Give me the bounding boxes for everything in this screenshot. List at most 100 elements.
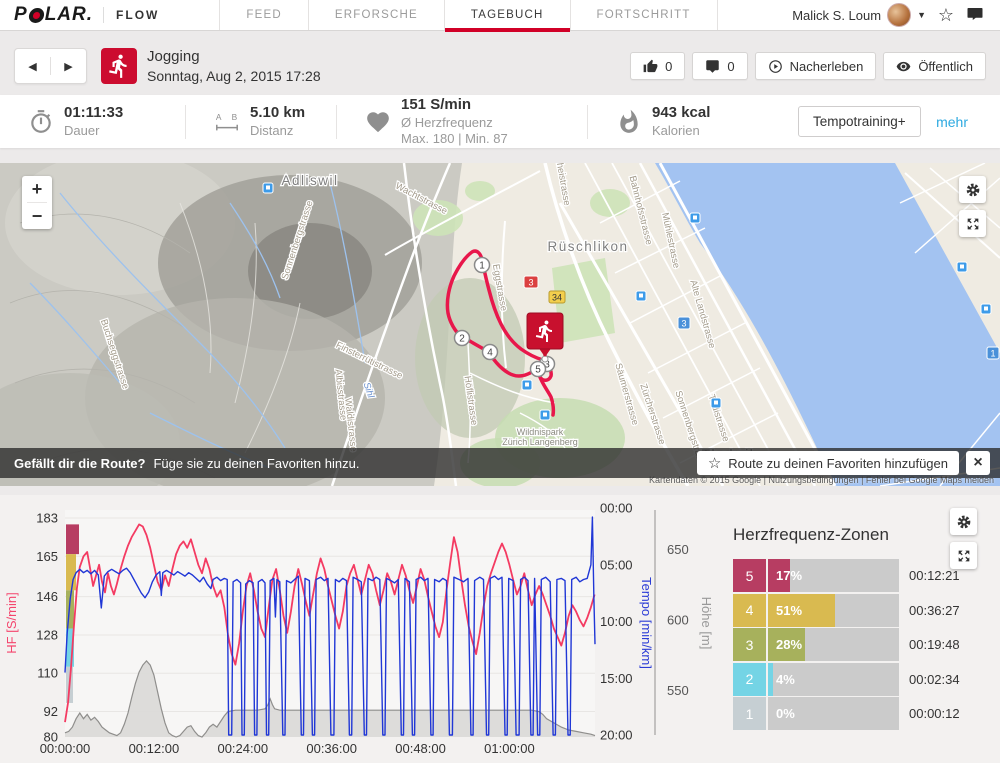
stat-calories: 943 kcal Kalorien (588, 102, 738, 142)
user-name: Malick S. Loum (792, 8, 881, 23)
zone-bar: 51% (768, 594, 899, 627)
svg-text:5: 5 (535, 365, 541, 376)
transit-icon (711, 398, 721, 408)
map-canvas[interactable]: SonnenbergstrasseWachtstrasseEggstrasseB… (0, 163, 1000, 486)
svg-text:650: 650 (667, 542, 689, 557)
zone-bar: 0% (768, 697, 899, 730)
heart-icon (365, 109, 391, 135)
svg-text:34: 34 (552, 293, 562, 303)
tab-erforsche[interactable]: ERFORSCHE (308, 0, 444, 30)
svg-text:20:00: 20:00 (600, 728, 633, 743)
flame-icon (616, 109, 642, 135)
svg-text:00:36:00: 00:36:00 (306, 741, 357, 756)
town-label: Rüschlikon (547, 239, 628, 254)
tab-feed[interactable]: FEED (219, 0, 307, 30)
star-icon: ☆ (708, 454, 721, 472)
svg-text:00:00: 00:00 (600, 501, 633, 516)
activity-actions: 0 0 Nacherleben Öffentlich (630, 52, 986, 80)
map-zoom-control: + − (22, 176, 52, 229)
summary-stats-bar: 01:11:33 Dauer 5.10 km Distanz 151 S/min… (0, 95, 1000, 148)
calories-value: 943 kcal (652, 104, 710, 123)
logo-dot: . (87, 4, 93, 26)
svg-text:146: 146 (36, 589, 58, 604)
messages-icon[interactable] (966, 5, 986, 25)
zone-time: 00:19:48 (909, 628, 960, 661)
page-title: Jogging (147, 47, 321, 67)
hr-zone-row: 10%00:00:12 (733, 697, 993, 730)
visibility-button[interactable]: Öffentlich (883, 52, 986, 80)
distance-ab-icon (214, 109, 240, 135)
route-map[interactable]: SonnenbergstrasseWachtstrasseEggstrasseB… (0, 163, 1000, 486)
svg-text:2: 2 (459, 334, 465, 345)
training-chart[interactable]: 183165146128110928000:0005:0010:0015:002… (0, 495, 730, 763)
svg-text:183: 183 (36, 511, 58, 526)
polar-logo[interactable]: PLAR. (14, 4, 93, 26)
zone-number: 2 (733, 663, 766, 696)
svg-text:HF [S/min]: HF [S/min] (4, 592, 19, 653)
svg-text:92: 92 (44, 704, 58, 719)
tab-tagebuch[interactable]: TAGEBUCH (444, 0, 570, 30)
svg-text:15:00: 15:00 (600, 671, 633, 686)
transit-icon (522, 380, 532, 390)
user-menu[interactable]: Malick S. Loum ▼ (792, 3, 926, 27)
route-shield-red: 3 (524, 276, 538, 288)
chart-settings-button[interactable] (950, 508, 977, 535)
svg-text:165: 165 (36, 549, 58, 564)
zoom-in-button[interactable]: + (22, 176, 52, 202)
zone-percent: 0% (776, 697, 795, 730)
like-button[interactable]: 0 (630, 52, 685, 80)
transit-icon (690, 213, 700, 223)
relive-button[interactable]: Nacherleben (755, 52, 877, 80)
route-shield-blue: 1 (987, 347, 999, 359)
svg-text:600: 600 (667, 612, 689, 627)
svg-text:00:12:00: 00:12:00 (129, 741, 180, 756)
sport-icon-running (101, 48, 137, 84)
flow-brand: FLOW (103, 7, 159, 23)
hr-zone-row: 2 4% 00:02:34 (733, 663, 993, 696)
session-pager: ◀ ▶ (14, 48, 87, 84)
visibility-label: Öffentlich (918, 59, 973, 74)
svg-text:1: 1 (990, 349, 995, 359)
svg-text:Höhe [m]: Höhe [m] (699, 597, 714, 650)
avatar (887, 3, 911, 27)
banner-text: Füge sie zu deinen Favoriten hinzu. (153, 456, 359, 471)
svg-text:550: 550 (667, 683, 689, 698)
logo-letters: LAR (45, 4, 87, 26)
svg-text:128: 128 (36, 627, 58, 642)
zone-time: 00:00:12 (909, 697, 960, 730)
zone-bar: 4% (768, 663, 899, 696)
town-label: Adliswil (281, 173, 338, 188)
nav-tabs: FEEDERFORSCHETAGEBUCHFORTSCHRITT (219, 0, 717, 30)
training-chart-section: 183165146128110928000:0005:0010:0015:002… (0, 495, 1000, 763)
map-settings-button[interactable] (959, 176, 986, 203)
svg-text:Tempo [min/km]: Tempo [min/km] (639, 577, 654, 669)
add-favorite-button[interactable]: ☆Route zu deinen Favoriten hinzufügen (697, 451, 959, 475)
route-km-marker: 4 (483, 345, 498, 360)
training-benefit-button[interactable]: Tempotraining+ (798, 106, 921, 137)
distance-label: Distanz (250, 123, 305, 139)
stat-duration: 01:11:33 Dauer (0, 102, 185, 142)
favorites-star-icon[interactable]: ☆ (936, 5, 956, 25)
transit-icon (636, 291, 646, 301)
tab-fortschritt[interactable]: FORTSCHRITT (570, 0, 718, 30)
zoom-out-button[interactable]: − (22, 203, 52, 229)
chart-fullscreen-button[interactable] (950, 542, 977, 569)
stat-distance: 5.10 km Distanz (186, 102, 336, 142)
next-session-button[interactable]: ▶ (51, 60, 86, 73)
svg-text:01:00:00: 01:00:00 (484, 741, 535, 756)
prev-session-button[interactable]: ◀ (15, 60, 50, 73)
top-nav: PLAR. FLOW FEEDERFORSCHETAGEBUCHFORTSCHR… (0, 0, 1000, 31)
zone-percent: 51% (776, 594, 802, 627)
route-km-marker: 2 (455, 331, 470, 346)
polar-logo-o-icon (28, 8, 45, 23)
zone-percent: 4% (776, 663, 795, 696)
comment-button[interactable]: 0 (692, 52, 747, 80)
zone-number: 4 (733, 594, 766, 627)
zone-time: 00:02:34 (909, 663, 960, 696)
transit-icon (957, 262, 967, 272)
banner-close-button[interactable]: × (966, 451, 990, 475)
svg-text:3: 3 (681, 319, 686, 329)
map-fullscreen-button[interactable] (959, 210, 986, 237)
more-link[interactable]: mehr (936, 114, 968, 130)
svg-text:10:00: 10:00 (600, 614, 633, 629)
